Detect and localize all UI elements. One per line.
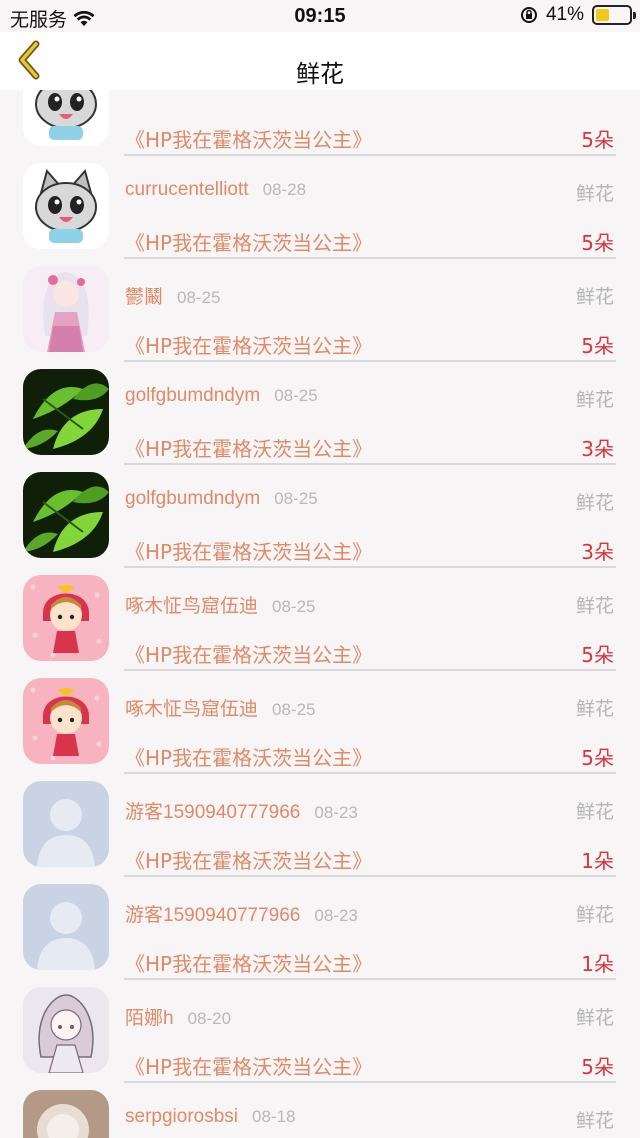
book-title-link[interactable]: 《HP我在霍格沃茨当公主》 xyxy=(125,1051,372,1080)
book-title-link[interactable]: 《HP我在霍格沃茨当公主》 xyxy=(125,639,372,668)
gift-date: 08-25 xyxy=(177,288,221,307)
list-item[interactable]: golfgbumdndym 08-25 鲜花《HP我在霍格沃茨当公主》 3朵 xyxy=(0,464,640,568)
user-name-text: 啄木怔鸟窟伍迪 xyxy=(125,596,259,617)
flower-count: 1朵 xyxy=(581,952,614,976)
book-title-link[interactable]: 《HP我在霍格沃茨当公主》 xyxy=(125,124,372,153)
nav-bar: 鲜花 xyxy=(0,32,640,90)
user-name[interactable]: golfgbumdndym 08-25 xyxy=(125,488,318,510)
user-name[interactable]: currucentelliott 08-28 xyxy=(125,179,306,201)
user-name-text: serpgiorosbsi xyxy=(125,1106,238,1127)
flower-count: 5朵 xyxy=(581,128,614,152)
user-name[interactable]: 鬱鬫 08-25 xyxy=(125,282,221,309)
avatar[interactable] xyxy=(23,369,109,455)
gift-date: 08-23 xyxy=(314,803,358,822)
book-title-link[interactable]: 《HP我在霍格沃茨当公主》 xyxy=(125,330,372,359)
user-name[interactable]: 游客1590940777966 08-23 xyxy=(125,797,358,824)
user-name-text: currucentelliott xyxy=(125,179,249,200)
flower-count: 3朵 xyxy=(581,437,614,461)
flower-count: 1朵 xyxy=(581,849,614,873)
user-name-text: 啄木怔鸟窟伍迪 xyxy=(125,699,259,720)
avatar[interactable] xyxy=(23,884,109,970)
list-item[interactable]: 陌娜h 08-20 鲜花《HP我在霍格沃茨当公主》 5朵 xyxy=(0,979,640,1083)
user-name[interactable]: golfgbumdndym 08-25 xyxy=(125,385,318,407)
user-name[interactable]: 游客1590940777966 08-23 xyxy=(125,900,358,927)
user-name-text: 鬱鬫 xyxy=(125,287,164,308)
list-item[interactable]: serpgiorosbsi08-18鲜花《HP我在霍格沃茨当公主》 xyxy=(0,1082,640,1138)
user-name-text: 游客1590940777966 xyxy=(125,905,301,926)
avatar[interactable] xyxy=(23,472,109,558)
gift-type-label: 鲜花 xyxy=(575,492,614,514)
flower-count: 5朵 xyxy=(581,334,614,358)
flower-count: 3朵 xyxy=(581,540,614,564)
gift-type-label: 鲜花 xyxy=(575,286,614,308)
gift-type-label: 鲜花 xyxy=(575,595,614,617)
gift-type-label: 鲜花 xyxy=(575,1110,614,1132)
battery-percent: 41% xyxy=(545,4,584,25)
user-name[interactable]: serpgiorosbsi 08-18 xyxy=(125,1106,295,1128)
gift-date: 08-25 xyxy=(272,597,316,616)
book-title-link[interactable]: 《HP我在霍格沃茨当公主》 xyxy=(125,742,372,771)
avatar[interactable] xyxy=(23,1090,109,1138)
list-item[interactable]: 啄木怔鸟窟伍迪 08-25 鲜花《HP我在霍格沃茨当公主》 5朵 xyxy=(0,567,640,671)
flower-count: 5朵 xyxy=(581,643,614,667)
battery-icon xyxy=(592,5,636,25)
list-item[interactable]: 啄木怔鸟窟伍迪 08-25 鲜花《HP我在霍格沃茨当公主》 5朵 xyxy=(0,670,640,774)
list-item[interactable]: 鬱鬫 08-25 鲜花《HP我在霍格沃茨当公主》 5朵 xyxy=(0,258,640,362)
user-name-text: golfgbumdndym xyxy=(125,488,261,509)
list-item[interactable]: 《HP我在霍格沃茨当公主》 5朵 xyxy=(0,90,640,156)
avatar[interactable] xyxy=(23,163,109,249)
gift-date: 08-23 xyxy=(314,906,358,925)
gift-date: 08-25 xyxy=(274,489,318,508)
avatar[interactable] xyxy=(23,266,109,352)
avatar[interactable] xyxy=(23,90,109,146)
gift-date: 08-25 xyxy=(274,386,318,405)
book-title-link[interactable]: 《HP我在霍格沃茨当公主》 xyxy=(125,948,372,977)
list-item[interactable]: golfgbumdndym 08-25 鲜花《HP我在霍格沃茨当公主》 3朵 xyxy=(0,361,640,465)
user-name-text: 游客1590940777966 xyxy=(125,802,301,823)
gift-type-label: 鲜花 xyxy=(575,389,614,411)
orientation-lock-icon xyxy=(520,7,537,23)
user-name[interactable]: 啄木怔鸟窟伍迪 08-25 xyxy=(125,591,316,618)
book-title-link[interactable]: 《HP我在霍格沃茨当公主》 xyxy=(125,845,372,874)
user-name-text: 陌娜h xyxy=(125,1008,174,1029)
list-item[interactable]: 游客1590940777966 08-23 鲜花《HP我在霍格沃茨当公主》 1朵 xyxy=(0,773,640,877)
user-name[interactable]: 啄木怔鸟窟伍迪 08-25 xyxy=(125,694,316,721)
book-title-link[interactable]: 《HP我在霍格沃茨当公主》 xyxy=(125,227,372,256)
status-bar: 无服务 09:15 41% xyxy=(0,0,640,32)
gift-date: 08-18 xyxy=(252,1107,296,1126)
book-title-link[interactable]: 《HP我在霍格沃茨当公主》 xyxy=(125,536,372,565)
gift-date: 08-20 xyxy=(187,1009,232,1028)
battery-group: 41% xyxy=(520,4,636,26)
avatar[interactable] xyxy=(23,678,109,764)
page-title: 鲜花 xyxy=(296,60,344,88)
gift-type-label: 鲜花 xyxy=(575,904,614,926)
flower-count: 5朵 xyxy=(581,1055,614,1079)
battery-level xyxy=(596,9,609,21)
user-name[interactable]: 陌娜h 08-20 xyxy=(125,1003,231,1030)
gift-date: 08-28 xyxy=(262,180,307,199)
avatar[interactable] xyxy=(23,781,109,867)
book-title-link[interactable]: 《HP我在霍格沃茨当公主》 xyxy=(125,433,372,462)
gift-type-label: 鲜花 xyxy=(575,801,614,823)
flower-list[interactable]: 《HP我在霍格沃茨当公主》 5朵 currucentelliott 08-28 鲜花 《H… xyxy=(0,90,640,1138)
avatar[interactable] xyxy=(23,987,109,1073)
user-name-text: golfgbumdndym xyxy=(125,385,261,406)
gift-type-label: 鲜花 xyxy=(575,183,614,205)
gift-date: 08-25 xyxy=(272,700,316,719)
flower-count: 5朵 xyxy=(581,746,614,770)
avatar[interactable] xyxy=(23,575,109,661)
list-item[interactable]: 游客1590940777966 08-23 鲜花《HP我在霍格沃茨当公主》 1朵 xyxy=(0,876,640,980)
list-item[interactable]: currucentelliott 08-28 鲜花《HP我在霍格沃茨当公主》 5朵 xyxy=(0,155,640,259)
gift-type-label: 鲜花 xyxy=(575,1007,614,1029)
flower-count: 5朵 xyxy=(581,231,614,255)
gift-type-label: 鲜花 xyxy=(575,698,614,720)
